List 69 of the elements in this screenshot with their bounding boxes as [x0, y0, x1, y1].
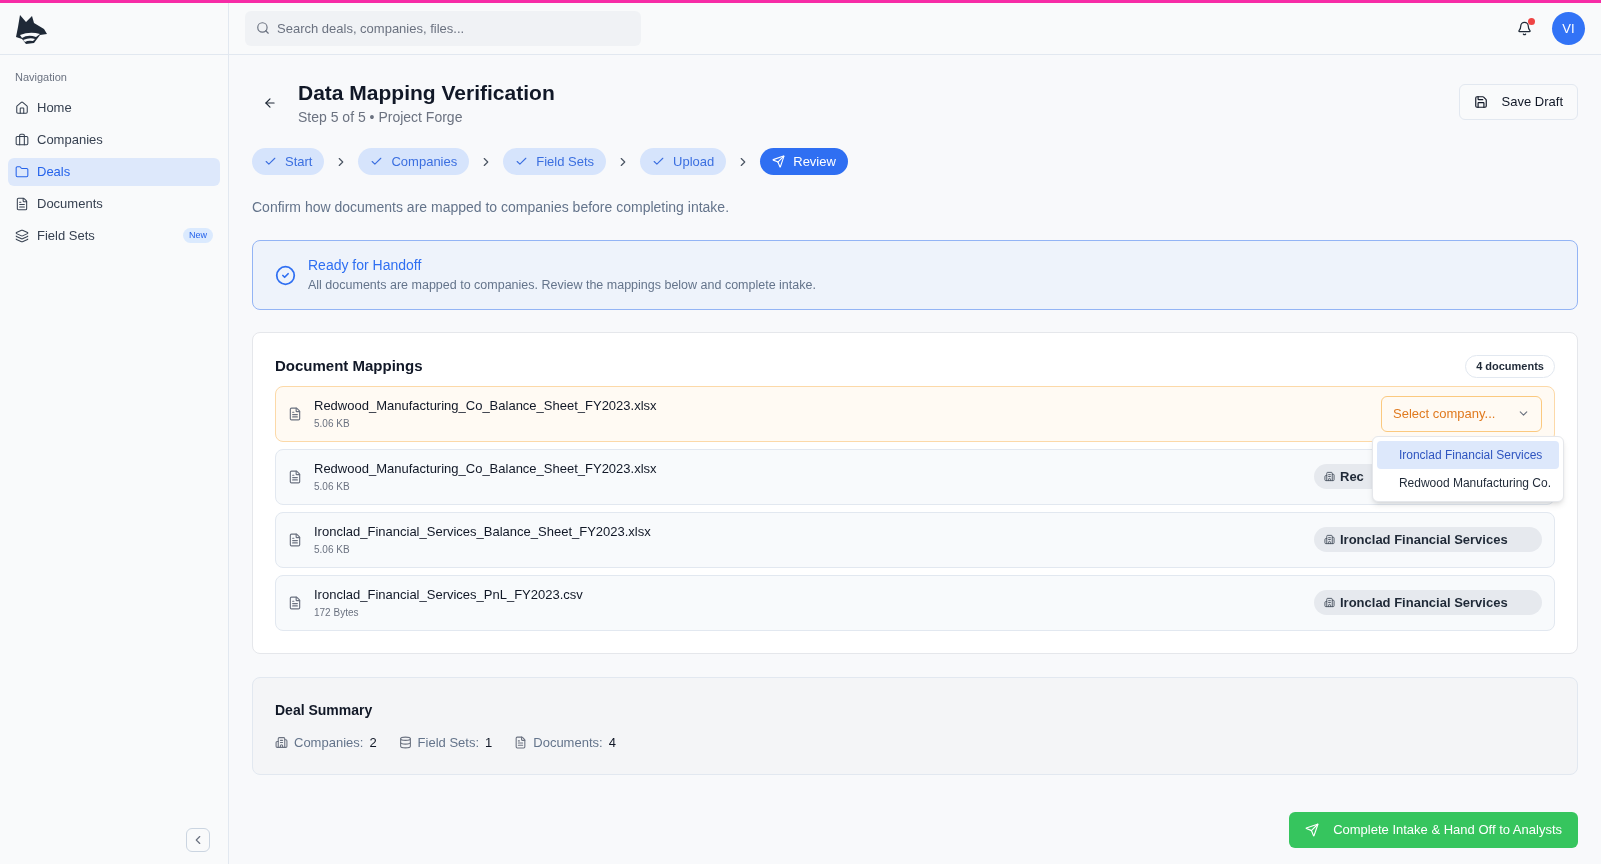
building-icon	[1324, 597, 1335, 608]
stat-value: 1	[485, 733, 493, 752]
stat-label: Field Sets:	[417, 733, 480, 752]
section-title: Document Mappings	[275, 356, 423, 376]
briefcase-icon	[15, 132, 29, 147]
step-pill[interactable]: Upload	[640, 148, 727, 175]
step-pill[interactable]: Field Sets	[503, 148, 607, 175]
company-name: Rec	[1340, 467, 1364, 486]
stat-value: 2	[369, 733, 377, 752]
stat-label: Documents:	[533, 733, 603, 752]
sidebar-item[interactable]: Documents	[8, 189, 220, 218]
section-label: Navigation	[14, 70, 68, 85]
company-name: Ironclad Financial Services	[1340, 593, 1508, 612]
file-size: 172 Bytes	[314, 605, 359, 620]
banner-title: Ready for Handoff	[308, 256, 423, 276]
avatar[interactable]: VI	[1552, 12, 1585, 45]
page-title: Data Mapping Verification	[298, 80, 556, 106]
intro-text: Confirm how documents are mapped to companies before completing intake.	[252, 198, 731, 217]
company-name: Ironclad Financial Services	[1340, 530, 1508, 549]
step-pill[interactable]: Review	[760, 148, 848, 175]
bell-icon	[1516, 21, 1532, 36]
new-badge: New	[183, 227, 213, 244]
stat-label: Companies:	[294, 733, 364, 752]
document-icon	[15, 196, 29, 211]
document-icon	[288, 469, 302, 484]
file-size: 5.06 KB	[314, 416, 350, 431]
document-icon	[288, 595, 302, 610]
summary-title: Deal Summary	[275, 700, 374, 720]
document-icon	[288, 406, 302, 421]
building-icon	[1324, 471, 1335, 482]
save-icon	[1473, 95, 1488, 109]
dropdown-option[interactable]: Redwood Manufacturing Co.	[1376, 468, 1559, 497]
send-icon	[1305, 823, 1320, 837]
save-draft-button[interactable]: Save Draft	[1458, 84, 1578, 120]
file-name: Redwood_Manufacturing_Co_Balance_Sheet_FY2023.xlsx	[314, 460, 657, 479]
step-pill[interactable]: Start	[252, 148, 325, 175]
check-circle-icon	[275, 264, 296, 286]
sidebar-item[interactable]: Field Sets New	[8, 221, 220, 250]
company-select[interactable]: Select company...	[1381, 395, 1542, 432]
sidebar-item[interactable]: Companies	[8, 125, 220, 154]
folder-icon	[15, 164, 29, 179]
file-name: Ironclad_Financial_Services_PnL_FY2023.csv	[314, 586, 583, 605]
file-size: 5.06 KB	[314, 542, 350, 557]
document-icon	[288, 532, 302, 547]
building-icon	[275, 735, 288, 749]
check-icon	[264, 155, 277, 168]
step-pill[interactable]: Companies	[358, 148, 470, 175]
banner-message: All documents are mapped to companies. Review the mappings below and complete intake.	[308, 277, 816, 295]
file-name: Ironclad_Financial_Services_Balance_Sheet_FY2023.xlsx	[314, 523, 651, 542]
check-icon	[370, 155, 384, 168]
search-field[interactable]: Search deals, companies, files...	[245, 11, 641, 46]
check-icon	[652, 155, 666, 168]
dropdown-option[interactable]: Ironclad Financial Services	[1376, 440, 1559, 469]
page-subtitle: Step 5 of 5 • Project Forge	[298, 108, 464, 127]
document-icon	[514, 735, 528, 749]
building-icon	[1324, 534, 1335, 545]
collapse-sidebar-button[interactable]	[186, 828, 210, 852]
file-name: Redwood_Manufacturing_Co_Balance_Sheet_FY2023.xlsx	[314, 397, 657, 416]
sidebar-item[interactable]: Home	[8, 93, 220, 122]
check-icon	[515, 155, 529, 168]
stat-value: 4	[608, 733, 616, 752]
home-icon	[15, 100, 29, 115]
sidebar-item[interactable]: Deals	[8, 157, 220, 186]
search-icon	[256, 21, 270, 35]
file-size: 5.06 KB	[314, 479, 350, 494]
complete-intake-button[interactable]: Complete Intake & Hand Off to Analysts	[1289, 812, 1578, 848]
database-icon	[398, 735, 412, 749]
layers-icon	[15, 228, 29, 243]
send-icon	[772, 155, 786, 168]
